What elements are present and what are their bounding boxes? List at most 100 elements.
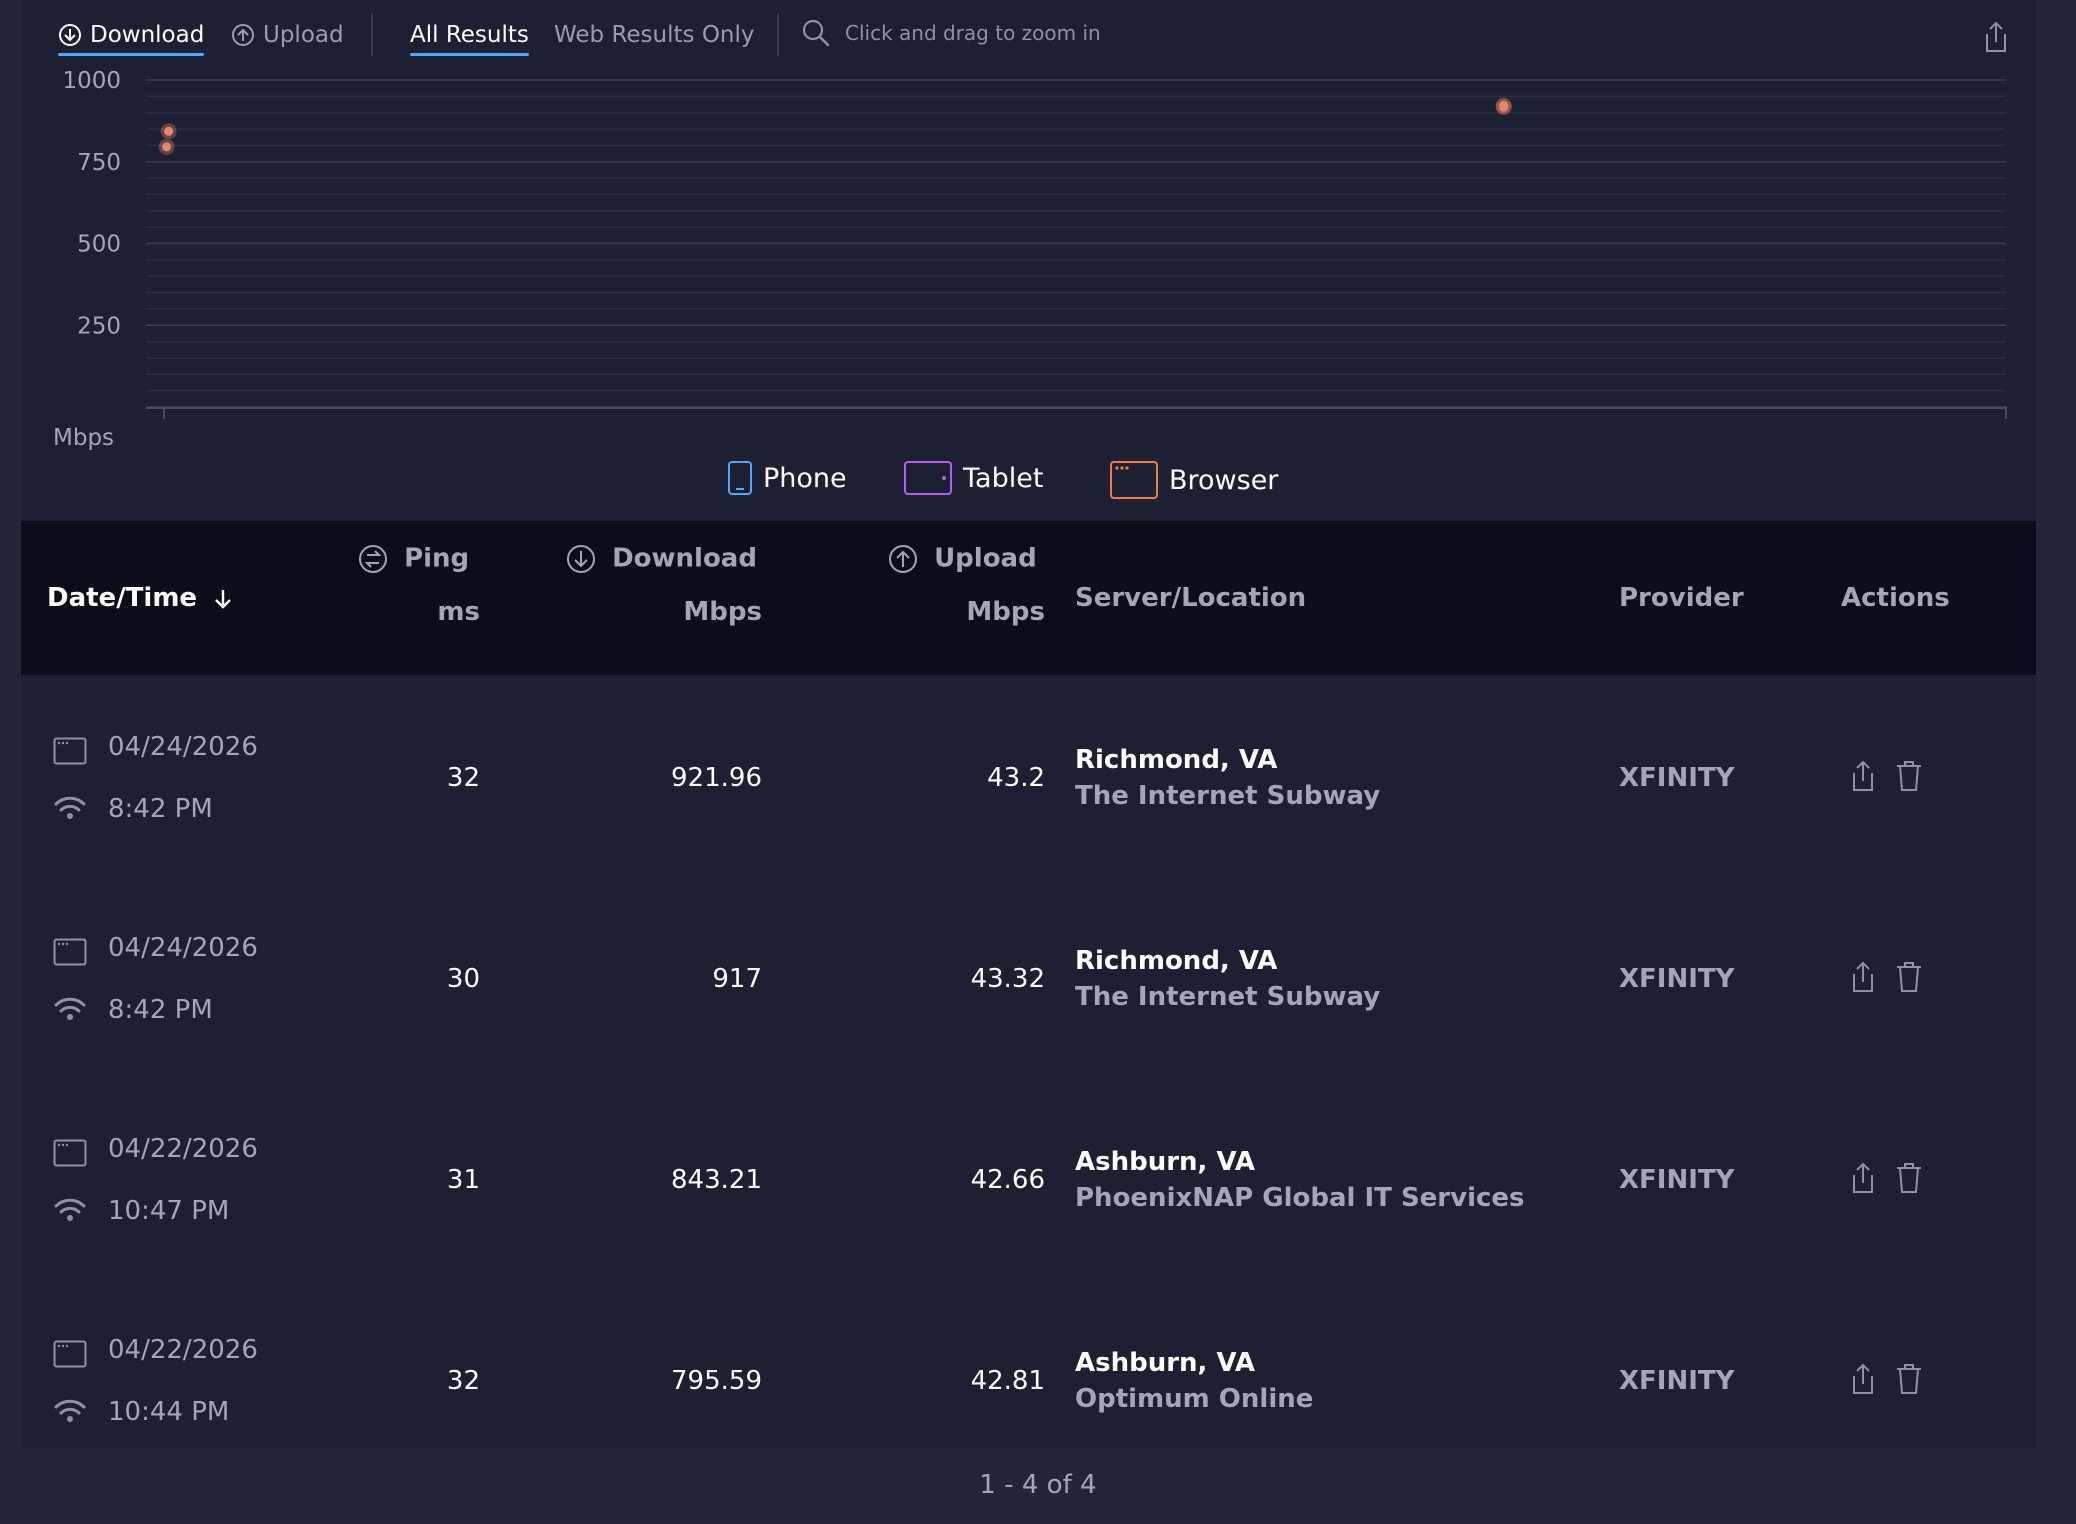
test-date: 04/24/2026 (108, 933, 258, 963)
ping-value: 32 (446, 763, 480, 793)
download-value: 843.21 (671, 1165, 762, 1195)
toolbar-divider (777, 14, 779, 56)
download-value: 921.96 (671, 763, 762, 793)
test-date: 04/22/2026 (108, 1335, 258, 1365)
web-results-tab[interactable]: Web Results Only (554, 16, 755, 54)
share-result-button[interactable] (1848, 1362, 1878, 1400)
zoom-hint: Click and drag to zoom in (801, 18, 1101, 48)
download-tab-label: Download (90, 22, 205, 48)
server-location: Richmond, VA (1075, 745, 1278, 775)
download-speed-chart[interactable]: 1000750500250MbpsApr 2026Apr 2026 (21, 70, 2036, 470)
ping-value: 32 (446, 1366, 480, 1396)
all-results-tab[interactable]: All Results (410, 16, 529, 56)
legend-browser: Browser (1109, 460, 1278, 500)
upload-value: 42.81 (970, 1366, 1045, 1396)
upload-value: 43.2 (987, 763, 1045, 793)
trash-icon (1897, 962, 1921, 992)
delete-result-button[interactable] (1894, 1362, 1924, 1400)
y-tick-label: 250 (77, 313, 121, 339)
tablet-icon (904, 461, 952, 495)
test-date: 04/22/2026 (108, 1134, 258, 1164)
download-value: 795.59 (671, 1366, 762, 1396)
actions-header: Actions (1841, 583, 1950, 613)
legend-tablet: Tablet (903, 460, 1043, 496)
browser-icon (53, 1139, 87, 1167)
test-time: 8:42 PM (108, 995, 213, 1025)
y-tick-label: 500 (77, 232, 121, 258)
y-tick-label: 1000 (62, 70, 121, 94)
arrow-down-icon (215, 589, 231, 609)
download-unit: Mbps (683, 597, 762, 627)
test-time: 8:42 PM (108, 794, 213, 824)
ping-value: 30 (446, 964, 480, 994)
download-header-label: Download (612, 543, 757, 574)
trash-icon (1897, 1364, 1921, 1394)
provider-name: XFINITY (1619, 964, 1735, 994)
server-location: Richmond, VA (1075, 946, 1278, 976)
wifi-icon (54, 1198, 86, 1221)
y-axis-unit: Mbps (53, 425, 114, 451)
share-icon (1853, 1363, 1873, 1394)
legend-tablet-label: Tablet (963, 462, 1044, 494)
toolbar: Download Upload All Results Web Results … (21, 0, 2036, 70)
upload-circle-icon (889, 545, 917, 573)
table-row[interactable]: 04/22/2026 10:47 PM 31 843.21 42.66 Ashb… (21, 1077, 2036, 1278)
server-isp: PhoenixNAP Global IT Services (1075, 1183, 1525, 1213)
y-tick-label: 750 (77, 150, 121, 176)
ping-icon (359, 545, 387, 573)
legend-phone-label: Phone (763, 462, 847, 494)
download-circle-icon (567, 545, 595, 573)
server-isp: The Internet Subway (1075, 982, 1381, 1012)
provider-header: Provider (1619, 583, 1744, 613)
share-result-button[interactable] (1848, 1161, 1878, 1199)
delete-result-button[interactable] (1894, 759, 1924, 797)
server-location: Ashburn, VA (1075, 1147, 1255, 1177)
browser-icon (53, 1340, 87, 1368)
share-result-button[interactable] (1848, 759, 1878, 797)
upload-header-label: Upload (934, 543, 1037, 574)
download-tab[interactable]: Download (58, 16, 205, 56)
share-icon (1853, 760, 1873, 791)
share-icon (1853, 961, 1873, 992)
ping-unit: ms (437, 597, 480, 627)
share-result-button[interactable] (1848, 960, 1878, 998)
ping-value: 31 (446, 1165, 480, 1195)
share-icon (1986, 21, 2006, 52)
ping-header[interactable]: Ping (357, 543, 469, 575)
delete-result-button[interactable] (1894, 1161, 1924, 1199)
provider-name: XFINITY (1619, 763, 1735, 793)
table-row[interactable]: 04/22/2026 10:44 PM 32 795.59 42.81 Ashb… (21, 1278, 2036, 1479)
ping-header-label: Ping (404, 543, 470, 574)
data-point[interactable] (162, 142, 172, 152)
provider-name: XFINITY (1619, 1165, 1735, 1195)
server-header: Server/Location (1075, 583, 1307, 613)
phone-icon (728, 461, 752, 495)
upload-header[interactable]: Upload (887, 543, 1037, 575)
table-row[interactable]: 04/24/2026 8:42 PM 30 917 43.32 Richmond… (21, 876, 2036, 1077)
trash-icon (1897, 761, 1921, 791)
upload-value: 42.66 (970, 1165, 1045, 1195)
wifi-icon (54, 796, 86, 819)
data-point[interactable] (164, 126, 174, 136)
zoom-hint-text: Click and drag to zoom in (845, 21, 1101, 45)
sort-datetime-header[interactable]: Date/Time (47, 583, 234, 613)
browser-icon (53, 737, 87, 765)
results-panel: Download Upload All Results Web Results … (21, 0, 2036, 1448)
table-row[interactable]: 04/24/2026 8:42 PM 32 921.96 43.2 Richmo… (21, 675, 2036, 876)
share-chart-button[interactable] (1981, 20, 2011, 58)
search-icon (802, 19, 830, 47)
toolbar-divider (371, 14, 373, 56)
test-time: 10:44 PM (108, 1397, 230, 1427)
browser-icon (53, 938, 87, 966)
delete-result-button[interactable] (1894, 960, 1924, 998)
download-header[interactable]: Download (565, 543, 757, 575)
data-point[interactable] (1499, 101, 1509, 111)
legend-phone: Phone (727, 460, 847, 496)
test-date: 04/24/2026 (108, 732, 258, 762)
pagination-info: 1 - 4 of 4 (979, 1470, 1097, 1500)
upload-tab[interactable]: Upload (231, 16, 344, 54)
server-location: Ashburn, VA (1075, 1348, 1255, 1378)
browser-icon (1110, 461, 1158, 499)
all-results-label: All Results (410, 22, 529, 48)
wifi-icon (54, 997, 86, 1020)
